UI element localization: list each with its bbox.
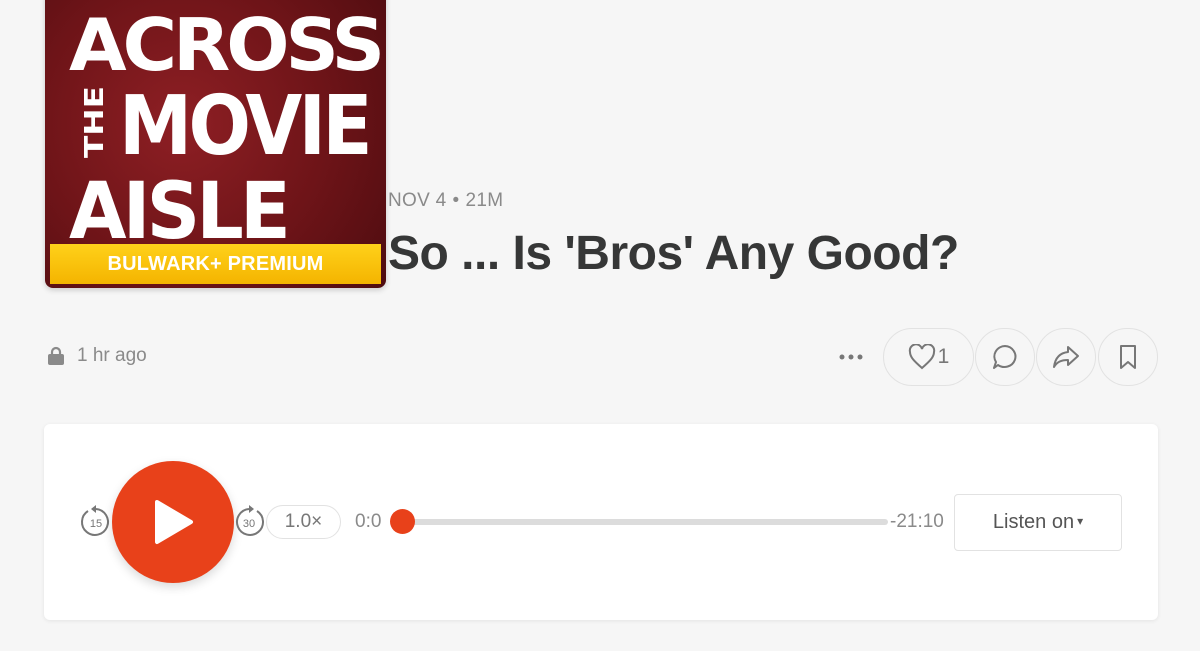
current-time: 0:0 — [355, 511, 382, 532]
episode-duration: 21M — [465, 190, 504, 211]
cover-line-the: THE — [80, 86, 110, 158]
lock-icon — [48, 346, 64, 365]
playback-speed-button[interactable]: 1.0× — [266, 505, 341, 539]
ellipsis-icon — [839, 354, 863, 360]
skip-back-15-icon: 15 — [81, 505, 109, 536]
share-icon — [1053, 346, 1079, 368]
listen-on-label: Listen on — [992, 511, 1075, 533]
skip-back-label: 15 — [90, 518, 102, 530]
progress-track[interactable] — [402, 519, 888, 525]
comment-icon — [993, 345, 1017, 369]
cover-line-across: ACROSS — [69, 3, 381, 87]
play-button[interactable] — [112, 461, 234, 583]
cover-title-art: ACROSS MOVIE THE AISLE — [45, 0, 386, 240]
cover-line-movie: MOVIE — [119, 79, 369, 174]
posted-ago-text: 1 hr ago — [77, 345, 147, 366]
share-button[interactable] — [1036, 328, 1096, 386]
play-icon — [155, 500, 193, 544]
heart-icon — [908, 344, 935, 370]
skip-forward-label: 30 — [243, 518, 255, 530]
comment-button[interactable] — [975, 328, 1035, 386]
skip-back-button[interactable]: 15 — [79, 505, 113, 539]
more-options-button[interactable] — [836, 343, 866, 371]
episode-title: So ... Is 'Bros' Any Good? — [388, 227, 959, 280]
skip-forward-button[interactable]: 30 — [232, 505, 266, 539]
posted-time: 1 hr ago — [47, 345, 147, 367]
episode-date: NOV 4 — [388, 190, 447, 211]
remaining-time: -21:10 — [890, 511, 944, 532]
cover-line-aisle: AISLE — [69, 167, 287, 240]
like-count: 1 — [937, 345, 950, 368]
bookmark-button[interactable] — [1098, 328, 1158, 386]
episode-meta: NOV 4 • 21M — [388, 190, 503, 212]
chevron-down-icon: ▾ — [1077, 513, 1084, 528]
bookmark-icon — [1120, 345, 1136, 369]
progress-scrubber[interactable] — [389, 509, 415, 534]
skip-forward-30-icon: 30 — [236, 505, 264, 536]
listen-on-dropdown[interactable]: Listen on ▾ — [954, 494, 1122, 551]
meta-separator: • — [452, 190, 460, 211]
cover-banner: BULWARK+ PREMIUM — [50, 244, 381, 284]
like-button[interactable]: 1 — [883, 328, 974, 386]
podcast-cover-art: ACROSS MOVIE THE AISLE BULWARK+ PREMIUM — [45, 0, 386, 288]
